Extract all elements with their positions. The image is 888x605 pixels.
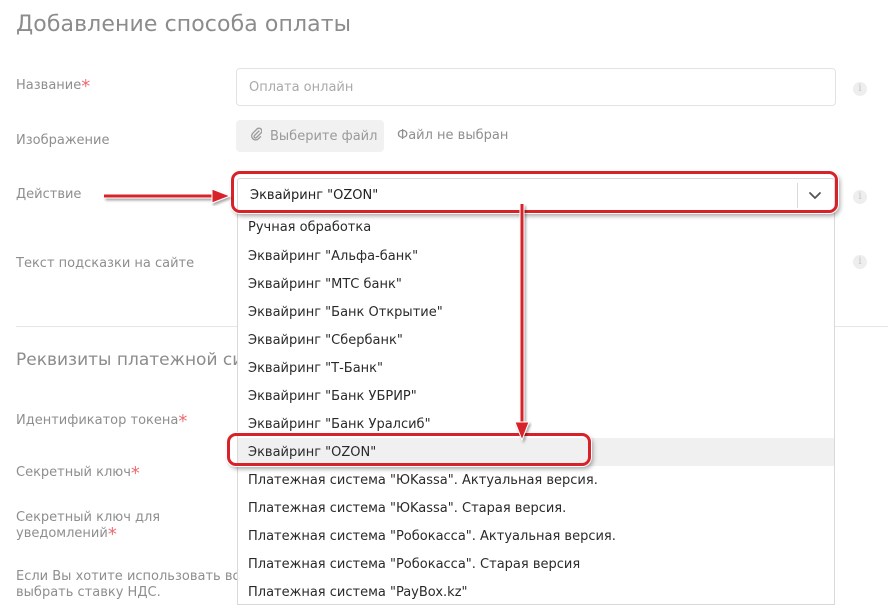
paperclip-icon <box>250 127 263 145</box>
chevron-down-icon[interactable] <box>806 186 824 204</box>
select-divider <box>797 183 798 208</box>
action-select[interactable]: Эквайринг "OZON" <box>237 178 835 212</box>
dropdown-option[interactable]: Эквайринг "МТС банк" <box>238 270 834 298</box>
dropdown-option[interactable]: Платежная система "ЮKassa". Актуальная в… <box>238 466 834 494</box>
dropdown-option-highlighted[interactable]: Эквайринг "OZON" <box>238 438 834 466</box>
file-status: Файл не выбран <box>397 128 509 143</box>
token-label: Идентификатор токена* <box>16 413 187 431</box>
info-icon[interactable]: i <box>853 255 867 269</box>
name-input[interactable] <box>236 68 836 106</box>
name-label-text: Название <box>16 78 82 93</box>
dropdown-option[interactable]: Платежная система "Робокасса". Актуальна… <box>238 522 834 550</box>
dropdown-option[interactable]: Ручная обработка <box>238 212 834 242</box>
section-title: Реквизиты платежной сист <box>16 350 263 370</box>
dropdown-option[interactable]: Эквайринг "Т-Банк" <box>238 354 834 382</box>
dropdown-option[interactable]: Платежная система "Робокасса". Старая ве… <box>238 550 834 578</box>
vat-line2: выбрать ставку НДС. <box>16 585 161 600</box>
secret-notify-line2-row: уведомлений* <box>16 524 160 545</box>
dropdown-option[interactable]: Эквайринг "Банк УБРИР" <box>238 382 834 410</box>
dropdown-option[interactable]: Эквайринг "Банк Открытие" <box>238 298 834 326</box>
hint-label: Текст подсказки на сайте <box>16 256 195 271</box>
dropdown-option[interactable]: Эквайринг "Альфа-банк" <box>238 242 834 270</box>
choose-file-label: Выберите файл <box>270 128 378 144</box>
dropdown-option[interactable]: Эквайринг "Сбербанк" <box>238 326 834 354</box>
secret-notify-label: Секретный ключ для уведомлений* <box>16 510 161 545</box>
dropdown-option[interactable]: Эквайринг "Банк Уралсиб" <box>238 410 834 438</box>
image-label: Изображение <box>16 133 110 148</box>
action-select-value: Эквайринг "OZON" <box>250 187 379 203</box>
secret-notify-line1: Секретный ключ для <box>16 510 161 525</box>
info-icon[interactable]: i <box>853 82 867 96</box>
info-icon[interactable]: i <box>853 190 867 204</box>
name-label: Название* <box>16 78 90 96</box>
action-dropdown-list[interactable]: Ручная обработка Эквайринг "Альфа-банк" … <box>237 212 835 605</box>
vat-line1: Если Вы хотите использовать возм <box>16 569 258 584</box>
dropdown-option[interactable]: Платежная система "PayBox.kz" <box>238 578 834 605</box>
token-label-text: Идентификатор токена <box>16 413 179 428</box>
required-mark: * <box>130 463 140 484</box>
page-title: Добавление способа оплаты <box>16 12 352 37</box>
secret-label-text: Секретный ключ <box>16 465 131 480</box>
vat-label: Если Вы хотите использовать возм выбрать… <box>16 569 257 601</box>
secret-notify-line2: уведомлений <box>16 526 108 541</box>
secret-label: Секретный ключ* <box>16 465 140 483</box>
required-mark: * <box>178 411 188 432</box>
required-mark: * <box>81 76 91 97</box>
dropdown-option[interactable]: Платежная система "ЮKassa". Старая верси… <box>238 494 834 522</box>
action-label: Действие <box>16 187 82 202</box>
choose-file-button[interactable]: Выберите файл <box>236 120 384 152</box>
arrow-right-icon <box>104 188 232 204</box>
required-mark: * <box>107 524 117 545</box>
